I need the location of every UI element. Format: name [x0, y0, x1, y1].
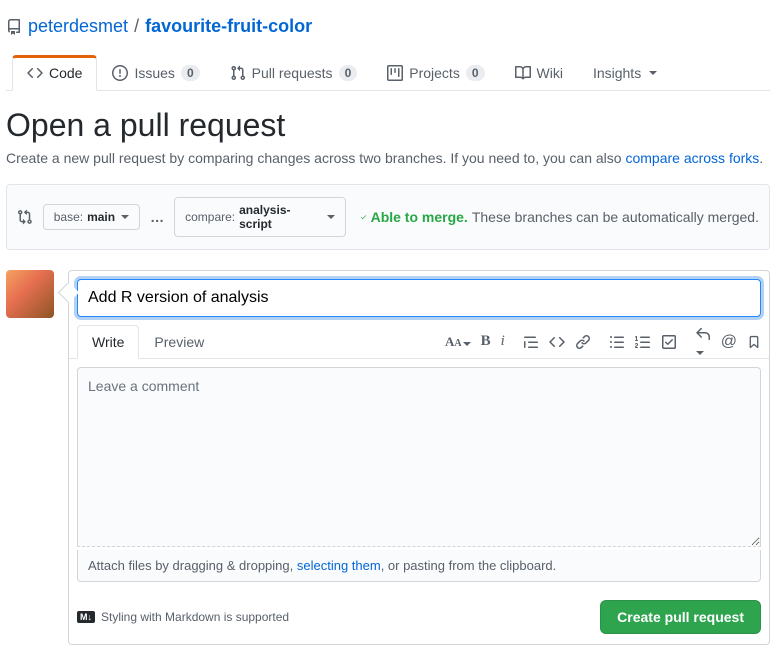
branch-compare-bar: base: main … compare: analysis-script Ab…	[6, 184, 770, 250]
markdown-icon: M↓	[77, 611, 95, 623]
chevron-down-icon	[327, 215, 335, 219]
code-tool[interactable]	[549, 334, 565, 350]
create-pr-button[interactable]: Create pull request	[600, 600, 761, 634]
tasklist-tool[interactable]	[661, 334, 677, 350]
heading-tool[interactable]: AA	[445, 334, 471, 350]
tab-insights[interactable]: Insights	[578, 55, 672, 90]
select-files-link[interactable]: selecting them	[297, 558, 381, 573]
project-icon	[387, 65, 403, 81]
tab-pulls[interactable]: Pull requests 0	[215, 55, 373, 90]
tab-issues[interactable]: Issues 0	[97, 55, 214, 90]
repo-breadcrumb: peterdesmet / favourite-fruit-color	[6, 16, 770, 37]
tab-insights-label: Insights	[593, 65, 641, 81]
attach-hint[interactable]: Attach files by dragging & dropping, sel…	[77, 550, 761, 582]
merge-able-label: Able to merge.	[371, 209, 468, 225]
page-subtitle: Create a new pull request by comparing c…	[6, 150, 770, 166]
mention-tool[interactable]: @	[721, 333, 737, 351]
comment-box: Write Preview AA B i	[68, 270, 770, 645]
preview-tab[interactable]: Preview	[139, 325, 219, 359]
quote-tool[interactable]	[523, 334, 539, 350]
repo-owner-link[interactable]: peterdesmet	[28, 16, 128, 37]
book-icon	[515, 65, 531, 81]
repo-name-link[interactable]: favourite-fruit-color	[145, 16, 312, 37]
tab-code-label: Code	[49, 65, 82, 81]
path-separator: /	[134, 16, 139, 37]
issues-count: 0	[181, 65, 200, 81]
ellipsis: …	[150, 209, 164, 225]
tab-issues-label: Issues	[134, 65, 174, 81]
tab-projects[interactable]: Projects 0	[372, 55, 499, 90]
tab-code[interactable]: Code	[12, 55, 97, 91]
md-toolbar: AA B i	[445, 326, 761, 358]
repo-tabs: Code Issues 0 Pull requests 0 Projects 0…	[6, 55, 770, 91]
ol-tool[interactable]	[635, 334, 651, 350]
tab-wiki[interactable]: Wiki	[500, 55, 578, 90]
saved-reply-tool[interactable]	[747, 334, 761, 350]
italic-tool[interactable]: i	[501, 333, 505, 350]
check-icon	[360, 210, 367, 224]
bold-tool[interactable]: B	[481, 333, 491, 350]
projects-count: 0	[466, 65, 485, 81]
chevron-down-icon	[121, 215, 129, 219]
compare-forks-link[interactable]: compare across forks	[625, 150, 759, 166]
base-branch-select[interactable]: base: main	[43, 204, 140, 230]
git-pull-request-icon	[230, 65, 246, 81]
merge-detail: These branches can be automatically merg…	[472, 209, 759, 225]
avatar[interactable]	[6, 270, 54, 318]
link-tool[interactable]	[575, 334, 591, 350]
git-compare-icon	[17, 209, 33, 225]
comment-textarea[interactable]	[77, 367, 761, 547]
merge-status: Able to merge. These branches can be aut…	[360, 209, 759, 225]
compare-branch-select[interactable]: compare: analysis-script	[174, 197, 345, 237]
chevron-down-icon	[649, 71, 657, 75]
tab-wiki-label: Wiki	[537, 65, 563, 81]
tab-pulls-label: Pull requests	[252, 65, 333, 81]
issue-icon	[112, 65, 128, 81]
pr-form: Write Preview AA B i	[6, 270, 770, 645]
tab-projects-label: Projects	[409, 65, 460, 81]
ul-tool[interactable]	[609, 334, 625, 350]
markdown-hint[interactable]: M↓ Styling with Markdown is supported	[77, 610, 289, 624]
code-icon	[27, 65, 43, 81]
repo-icon	[6, 19, 22, 35]
pulls-count: 0	[339, 65, 358, 81]
write-tab[interactable]: Write	[77, 325, 139, 359]
pr-title-input[interactable]	[77, 279, 761, 317]
reply-tool[interactable]	[695, 326, 711, 358]
page-title: Open a pull request	[6, 107, 770, 144]
